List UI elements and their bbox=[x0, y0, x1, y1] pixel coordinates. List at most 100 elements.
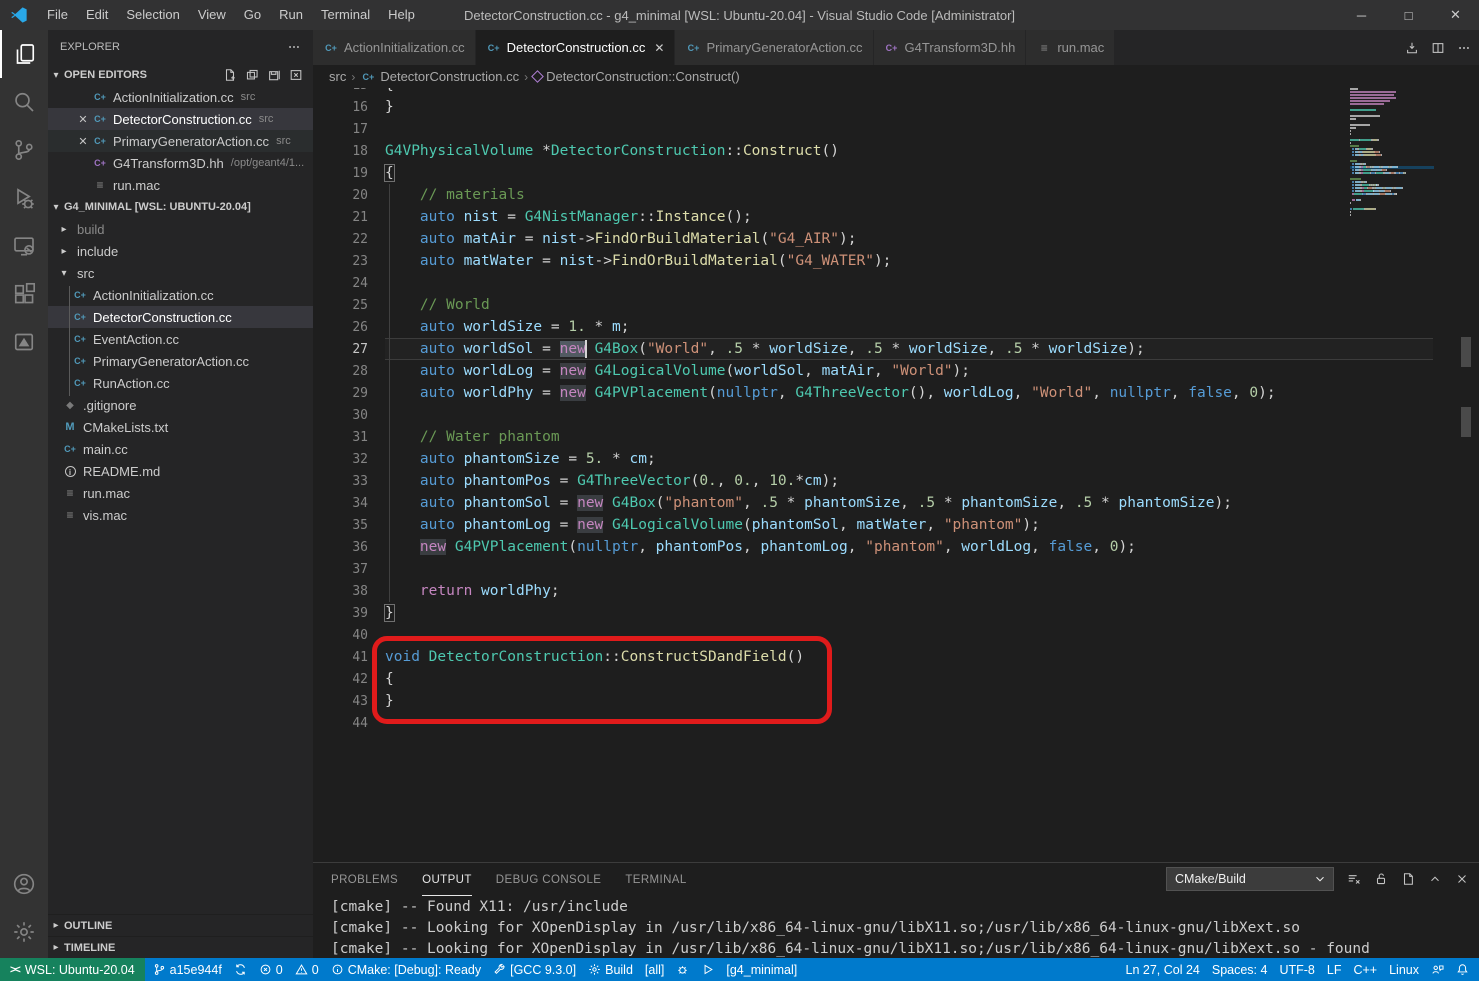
tree-item-build[interactable]: ▸build bbox=[48, 218, 313, 240]
status-cmake-debug[interactable] bbox=[670, 958, 695, 981]
line-number[interactable]: 21 bbox=[313, 210, 368, 225]
tree-item-readme-md[interactable]: iREADME.md bbox=[48, 460, 313, 482]
maximize-panel-button[interactable] bbox=[1428, 872, 1442, 886]
line-number[interactable]: 33 bbox=[313, 474, 368, 489]
activity-extensions[interactable] bbox=[0, 270, 48, 318]
menu-selection[interactable]: Selection bbox=[117, 0, 188, 30]
open-editor-actioninitialization-cc[interactable]: C+ActionInitialization.ccsrc bbox=[48, 86, 313, 108]
code-editor[interactable]: 15 {16} 17 18 G4VPhysicalVolume *DetectorCon… bbox=[313, 88, 1433, 862]
line-number[interactable]: 17 bbox=[313, 122, 368, 137]
minimize-button[interactable]: ─ bbox=[1338, 0, 1385, 30]
line-number[interactable]: 42 bbox=[313, 672, 368, 687]
line-content[interactable]: } bbox=[385, 96, 1433, 118]
line-number[interactable]: 38 bbox=[313, 584, 368, 599]
line-content[interactable]: auto matAir = nist->FindOrBuildMaterial(… bbox=[385, 228, 1433, 250]
panel-tab-problems[interactable]: PROBLEMS bbox=[331, 863, 398, 896]
more-actions-button[interactable] bbox=[1457, 41, 1471, 55]
minimap[interactable] bbox=[1350, 88, 1434, 220]
line-content[interactable] bbox=[385, 404, 1433, 426]
line-content[interactable]: { bbox=[385, 88, 1433, 96]
tab-primarygeneratoraction-cc[interactable]: C+PrimaryGeneratorAction.cc bbox=[675, 30, 873, 65]
tree-item-main-cc[interactable]: C+main.cc bbox=[48, 438, 313, 460]
tree-item-vis-mac[interactable]: ≡vis.mac bbox=[48, 504, 313, 526]
activity-search[interactable] bbox=[0, 78, 48, 126]
status-remote-os[interactable]: Linux bbox=[1383, 958, 1425, 981]
code-line-26[interactable]: 26 auto worldSize = 1. * m; bbox=[313, 316, 1433, 338]
line-number[interactable]: 34 bbox=[313, 496, 368, 511]
menu-file[interactable]: File bbox=[38, 0, 77, 30]
code-line-31[interactable]: 31 // Water phantom bbox=[313, 426, 1433, 448]
new-untitled-file-button[interactable] bbox=[223, 68, 237, 82]
menu-run[interactable]: Run bbox=[270, 0, 312, 30]
panel-tab-output[interactable]: OUTPUT bbox=[422, 863, 472, 896]
line-content[interactable]: auto phantomSize = 5. * cm; bbox=[385, 448, 1433, 470]
line-content[interactable]: auto worldPhy = new G4PVPlacement(nullpt… bbox=[385, 382, 1433, 404]
status-notifications[interactable] bbox=[1450, 958, 1475, 981]
close-all-editors-button[interactable] bbox=[289, 68, 303, 82]
line-number[interactable]: 16 bbox=[313, 100, 368, 115]
line-number[interactable]: 18 bbox=[313, 144, 368, 159]
tree-item-detectorconstruction-cc[interactable]: C+DetectorConstruction.cc bbox=[48, 306, 313, 328]
code-line-19[interactable]: 19 { bbox=[313, 162, 1433, 184]
tree-item-cmakelists-txt[interactable]: MCMakeLists.txt bbox=[48, 416, 313, 438]
lock-scroll-button[interactable] bbox=[1374, 872, 1388, 886]
line-number[interactable]: 15 bbox=[313, 88, 368, 93]
line-number[interactable]: 40 bbox=[313, 628, 368, 643]
panel-tab-debug-console[interactable]: DEBUG CONSOLE bbox=[496, 863, 602, 896]
close-tab-icon[interactable]: ✕ bbox=[654, 41, 664, 55]
open-editor-primarygeneratoraction-cc[interactable]: ✕C+PrimaryGeneratorAction.ccsrc bbox=[48, 130, 313, 152]
line-number[interactable]: 44 bbox=[313, 716, 368, 731]
line-content[interactable]: { bbox=[385, 162, 1433, 184]
tree-item-gitignore[interactable]: ◆.gitignore bbox=[48, 394, 313, 416]
code-line-22[interactable]: 22 auto matAir = nist->FindOrBuildMateri… bbox=[313, 228, 1433, 250]
output-channel-select[interactable]: CMake/Build bbox=[1166, 867, 1334, 891]
line-content[interactable]: G4VPhysicalVolume *DetectorConstruction:… bbox=[385, 140, 1433, 162]
line-number[interactable]: 43 bbox=[313, 694, 368, 709]
tab-detectorconstruction-cc[interactable]: C+DetectorConstruction.cc✕ bbox=[476, 30, 676, 65]
close-button[interactable]: ✕ bbox=[1432, 0, 1479, 30]
status-warnings[interactable]: 0 bbox=[289, 958, 325, 981]
tab-run-mac[interactable]: ≡run.mac bbox=[1026, 30, 1115, 65]
open-editor-g4transform3d-hh[interactable]: C+G4Transform3D.hh/opt/geant4/1... bbox=[48, 152, 313, 174]
tab-g4transform3d-hh[interactable]: C+G4Transform3D.hh bbox=[874, 30, 1027, 65]
status-cmake-launch-target[interactable]: [g4_minimal] bbox=[720, 958, 803, 981]
line-content[interactable]: auto phantomLog = new G4LogicalVolume(ph… bbox=[385, 514, 1433, 536]
status-git-branch[interactable]: a15e944f bbox=[147, 958, 228, 981]
code-line-33[interactable]: 33 auto phantomPos = G4ThreeVector(0., 0… bbox=[313, 470, 1433, 492]
code-line-34[interactable]: 34 auto phantomSol = new G4Box("phantom"… bbox=[313, 492, 1433, 514]
status-cmake-status[interactable]: CMake: [Debug]: Ready bbox=[325, 958, 487, 981]
editor-layout-button[interactable] bbox=[245, 68, 259, 82]
line-number[interactable]: 25 bbox=[313, 298, 368, 313]
activity-settings[interactable] bbox=[0, 908, 48, 956]
code-line-32[interactable]: 32 auto phantomSize = 5. * cm; bbox=[313, 448, 1433, 470]
code-line-28[interactable]: 28 auto worldLog = new G4LogicalVolume(w… bbox=[313, 360, 1433, 382]
menu-go[interactable]: Go bbox=[235, 0, 270, 30]
line-content[interactable]: return worldPhy; bbox=[385, 580, 1433, 602]
line-content[interactable]: // World bbox=[385, 294, 1433, 316]
code-line-30[interactable]: 30 bbox=[313, 404, 1433, 426]
activity-explorer[interactable] bbox=[0, 30, 48, 78]
code-line-20[interactable]: 20 // materials bbox=[313, 184, 1433, 206]
run-below-button[interactable] bbox=[1405, 41, 1419, 55]
line-content[interactable]: auto phantomPos = G4ThreeVector(0., 0., … bbox=[385, 470, 1433, 492]
line-number[interactable]: 22 bbox=[313, 232, 368, 247]
activity-cmake[interactable] bbox=[0, 318, 48, 366]
line-content[interactable]: // Water phantom bbox=[385, 426, 1433, 448]
tree-item-src[interactable]: ▾src bbox=[48, 262, 313, 284]
code-line-27[interactable]: 27 auto worldSol = new G4Box("World", .5… bbox=[313, 338, 1433, 360]
code-line-17[interactable]: 17 bbox=[313, 118, 1433, 140]
code-line-21[interactable]: 21 auto nist = G4NistManager::Instance()… bbox=[313, 206, 1433, 228]
status-feedback[interactable] bbox=[1425, 958, 1450, 981]
line-number[interactable]: 19 bbox=[313, 166, 368, 181]
line-number[interactable]: 39 bbox=[313, 606, 368, 621]
code-line-24[interactable]: 24 bbox=[313, 272, 1433, 294]
line-number[interactable]: 31 bbox=[313, 430, 368, 445]
code-line-37[interactable]: 37 bbox=[313, 558, 1433, 580]
status-cmake-build[interactable]: Build bbox=[582, 958, 639, 981]
tree-item-actioninitialization-cc[interactable]: C+ActionInitialization.cc bbox=[48, 284, 313, 306]
status-cmake-target[interactable]: [all] bbox=[639, 958, 670, 981]
code-line-36[interactable]: 36 new G4PVPlacement(nullptr, phantomPos… bbox=[313, 536, 1433, 558]
line-content[interactable]: auto worldSize = 1. * m; bbox=[385, 316, 1433, 338]
activity-remote-explorer[interactable] bbox=[0, 222, 48, 270]
line-content[interactable] bbox=[385, 118, 1433, 140]
